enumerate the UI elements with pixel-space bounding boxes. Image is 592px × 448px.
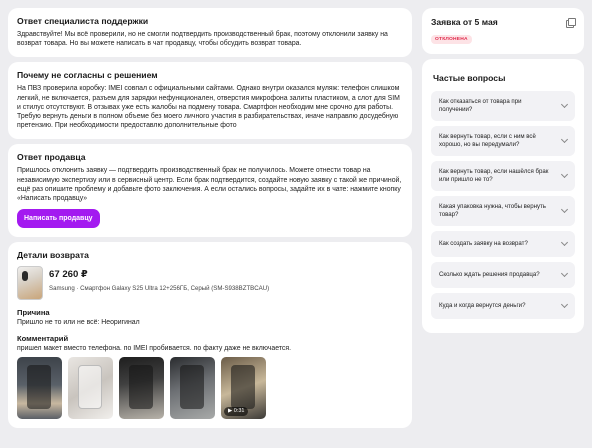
faq-item-label: Как вернуть товар, если с ним всё хорошо… bbox=[439, 133, 536, 148]
faq-item-label: Какая упаковка нужна, чтобы вернуть това… bbox=[439, 203, 546, 218]
disagree-reason-title: Почему не согласны с решением bbox=[17, 70, 158, 81]
request-header: Заявка от 5 мая bbox=[431, 17, 576, 28]
faq-item-label: Как создать заявку на возврат? bbox=[439, 240, 528, 247]
support-answer-text: Здравствуйте! Мы всё проверили, но не см… bbox=[17, 31, 388, 48]
attachment-video[interactable]: ▶ 0:31 bbox=[221, 357, 266, 420]
faq-title: Частые вопросы bbox=[433, 73, 506, 83]
request-card: Заявка от 5 мая ОТКЛОНЕНА bbox=[422, 8, 584, 54]
chevron-down-icon bbox=[560, 135, 569, 144]
video-duration: 0:31 bbox=[233, 408, 245, 415]
side-column: Заявка от 5 мая ОТКЛОНЕНА Частые вопросы… bbox=[422, 8, 584, 338]
chevron-down-icon bbox=[560, 170, 569, 179]
faq-item-label: Как вернуть товар, если нашёлся брак или… bbox=[439, 168, 549, 183]
faq-item[interactable]: Сколько ждать решения продавца? bbox=[431, 262, 575, 288]
copy-icon[interactable] bbox=[566, 17, 576, 28]
main-column: Ответ специалиста поддержки Здравствуйте… bbox=[8, 8, 412, 433]
seller-answer-text: Пришлось отклонить заявку — подтвердить … bbox=[17, 167, 402, 203]
return-details-card: Детали возврата 67 260 ₽ Samsung · Смарт… bbox=[8, 242, 412, 429]
faq-item[interactable]: Как создать заявку на возврат? bbox=[431, 231, 575, 257]
comment-title: Комментарий bbox=[17, 334, 69, 344]
faq-item-label: Куда и когда вернутся деньги? bbox=[439, 302, 526, 309]
product-row[interactable]: 67 260 ₽ Samsung · Смартфон Galaxy S25 U… bbox=[17, 266, 403, 301]
reason-text: Пришло не то или не всё: Неоригинал bbox=[17, 319, 140, 327]
seller-answer-card: Ответ продавца Пришлось отклонить заявку… bbox=[8, 144, 412, 238]
faq-item-label: Как отказаться от товара при получении? bbox=[439, 98, 522, 113]
chevron-down-icon bbox=[560, 100, 569, 109]
faq-card: Частые вопросы Как отказаться от товара … bbox=[422, 59, 584, 333]
chevron-down-icon bbox=[560, 238, 569, 247]
faq-item[interactable]: Как вернуть товар, если с ним всё хорошо… bbox=[431, 126, 575, 156]
product-info: 67 260 ₽ Samsung · Смартфон Galaxy S25 U… bbox=[49, 266, 269, 292]
attachment-photo[interactable] bbox=[68, 357, 113, 420]
page: Ответ специалиста поддержки Здравствуйте… bbox=[0, 0, 592, 448]
status-badge: ОТКЛОНЕНА bbox=[431, 35, 472, 44]
attachment-photo[interactable] bbox=[119, 357, 164, 420]
attachment-photo[interactable] bbox=[170, 357, 215, 420]
faq-item-label: Сколько ждать решения продавца? bbox=[439, 271, 540, 278]
chevron-down-icon bbox=[560, 205, 569, 214]
reason-title: Причина bbox=[17, 308, 50, 318]
request-title: Заявка от 5 мая bbox=[431, 17, 498, 27]
disagree-reason-card: Почему не согласны с решением На ПВЗ про… bbox=[8, 62, 412, 140]
product-image bbox=[17, 266, 43, 301]
support-answer-card: Ответ специалиста поддержки Здравствуйте… bbox=[8, 8, 412, 58]
seller-answer-title: Ответ продавца bbox=[17, 152, 86, 163]
video-duration-badge: ▶ 0:31 bbox=[224, 407, 249, 417]
return-details-title: Детали возврата bbox=[17, 250, 89, 261]
faq-item[interactable]: Какая упаковка нужна, чтобы вернуть това… bbox=[431, 196, 575, 226]
chevron-down-icon bbox=[560, 269, 569, 278]
faq-item[interactable]: Как отказаться от товара при получении? bbox=[431, 91, 575, 121]
write-seller-button[interactable]: Написать продавцу bbox=[17, 209, 100, 229]
faq-item[interactable]: Куда и когда вернутся деньги? bbox=[431, 293, 575, 319]
disagree-reason-text: На ПВЗ проверила коробку: IMEI совпал с … bbox=[17, 85, 400, 130]
attachment-photo[interactable] bbox=[17, 357, 62, 420]
faq-item[interactable]: Как вернуть товар, если нашёлся брак или… bbox=[431, 161, 575, 191]
attached-photos: ▶ 0:31 bbox=[17, 357, 403, 420]
chevron-down-icon bbox=[560, 300, 569, 309]
product-name: Samsung · Смартфон Galaxy S25 Ultra 12+2… bbox=[49, 285, 270, 293]
product-price: 67 260 ₽ bbox=[49, 269, 88, 281]
comment-text: пришел макет вместо телефона. по IMEI пр… bbox=[17, 345, 292, 353]
support-answer-title: Ответ специалиста поддержки bbox=[17, 16, 149, 26]
